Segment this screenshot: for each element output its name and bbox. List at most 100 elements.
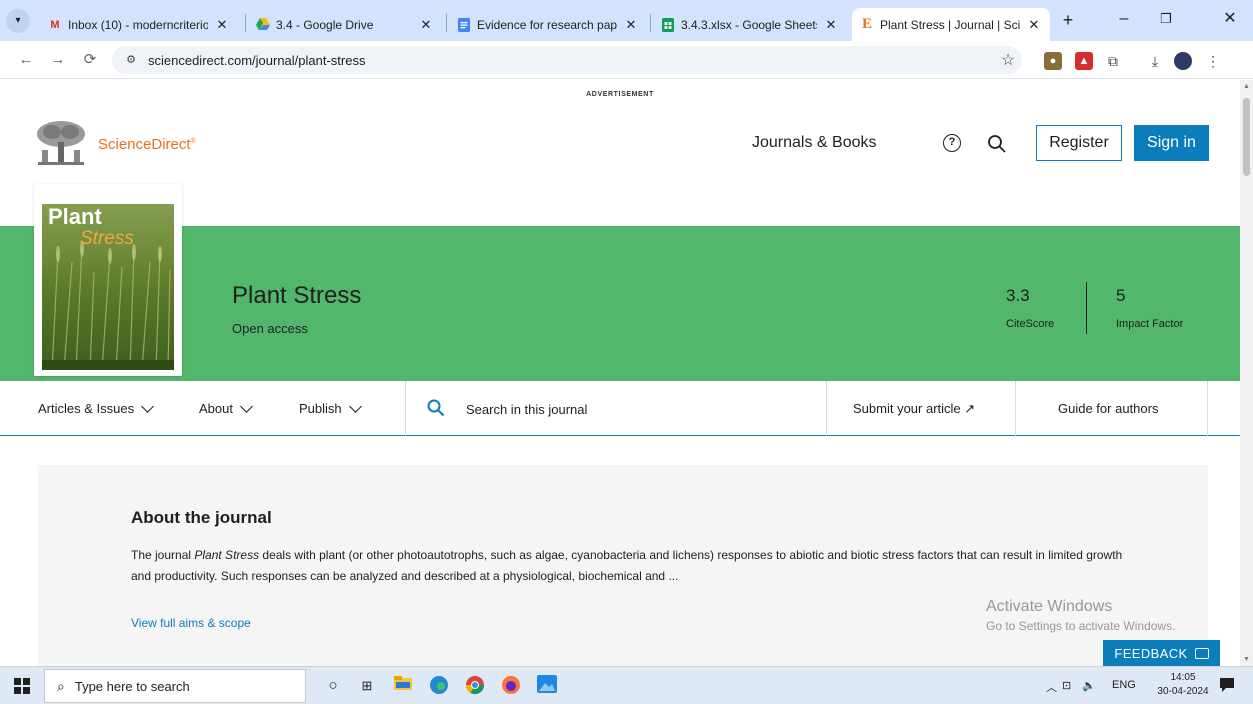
close-tab-icon[interactable]: ✕ xyxy=(214,17,230,33)
journals-books-link[interactable]: Journals & Books xyxy=(752,134,877,152)
about-text-rest: deals with plant (or other photoautotrop… xyxy=(131,548,1123,583)
photos-app-icon[interactable] xyxy=(536,675,558,697)
firefox-browser-icon[interactable] xyxy=(500,675,522,697)
tab-google-drive[interactable]: 3.4 - Google Drive ✕ xyxy=(248,8,442,41)
nav-divider xyxy=(1015,381,1016,436)
articles-issues-menu[interactable]: Articles & Issues xyxy=(38,399,154,416)
task-view-icon[interactable]: ⊞ xyxy=(356,675,378,697)
publish-menu[interactable]: Publish xyxy=(299,399,362,416)
tab-separator xyxy=(650,14,651,32)
impact-factor-value[interactable]: 5 xyxy=(1116,286,1125,306)
close-tab-icon[interactable]: ✕ xyxy=(418,17,434,33)
scrollbar-thumb[interactable] xyxy=(1243,98,1250,176)
brand-name: ScienceDirect xyxy=(98,136,191,153)
publish-label: Publish xyxy=(299,401,342,416)
windows-start-icon[interactable] xyxy=(14,678,30,694)
impact-factor-label[interactable]: Impact Factor xyxy=(1116,318,1183,330)
chevron-down-icon xyxy=(348,399,362,413)
help-icon[interactable]: ? xyxy=(943,134,961,152)
extension-owl-icon[interactable]: ● xyxy=(1044,52,1062,70)
chrome-browser-icon[interactable] xyxy=(464,675,486,697)
back-arrow-icon[interactable]: ← xyxy=(14,49,38,71)
about-journal-section: About the journal The journal Plant Stre… xyxy=(38,465,1208,666)
scroll-down-arrow-icon[interactable]: ▼ xyxy=(1242,656,1251,663)
submit-article-link[interactable]: Submit your article ↗ xyxy=(853,401,975,417)
chevron-down-icon xyxy=(240,399,253,413)
web-page: ADVERTISEMENT ScienceDirect® Journals & … xyxy=(0,80,1240,666)
sciencedirect-logo[interactable]: ScienceDirect® xyxy=(98,136,196,153)
guide-for-authors-link[interactable]: Guide for authors xyxy=(1058,401,1158,416)
journal-search-input[interactable] xyxy=(466,400,806,418)
new-tab-plus-icon[interactable]: + xyxy=(1057,10,1079,32)
profile-avatar-icon[interactable] xyxy=(1174,52,1192,70)
file-explorer-icon[interactable] xyxy=(392,675,414,697)
view-aims-scope-link[interactable]: View full aims & scope xyxy=(131,616,251,630)
bookmark-star-icon[interactable]: ☆ xyxy=(994,50,1022,70)
tab-search-chevron-icon[interactable]: ▾ xyxy=(6,9,30,33)
activate-windows-subtitle: Go to Settings to activate Windows. xyxy=(986,619,1176,633)
about-heading: About the journal xyxy=(131,508,272,527)
close-tab-icon[interactable]: ✕ xyxy=(1026,17,1042,33)
extension-pdf-icon[interactable]: ▲ xyxy=(1075,52,1093,70)
url-text[interactable]: sciencedirect.com/journal/plant-stress xyxy=(148,53,994,68)
nav-divider xyxy=(826,381,827,436)
nav-divider xyxy=(405,381,406,436)
site-settings-icon[interactable]: ⚙ xyxy=(122,51,140,69)
chat-bubble-icon xyxy=(1194,648,1209,659)
google-sheets-icon xyxy=(661,17,675,32)
forward-arrow-icon[interactable]: → xyxy=(46,49,70,71)
open-access-label: Open access xyxy=(232,321,308,336)
browser-tab-bar: ▾ M Inbox (10) - moderncriterion ✕ 3.4 -… xyxy=(0,0,1253,41)
journal-search-icon[interactable] xyxy=(427,399,445,417)
notification-center-icon[interactable] xyxy=(1218,676,1236,694)
edge-browser-icon[interactable] xyxy=(428,675,450,697)
feedback-button[interactable]: FEEDBACK xyxy=(1103,640,1220,666)
close-tab-icon[interactable]: ✕ xyxy=(623,17,639,33)
advertisement-label: ADVERTISEMENT xyxy=(586,91,654,98)
reload-icon[interactable]: ⟳ xyxy=(78,49,102,71)
search-icon[interactable] xyxy=(987,134,1007,154)
search-icon: ⌕ xyxy=(57,677,65,694)
activate-windows-title: Activate Windows xyxy=(986,598,1113,615)
cover-title-plant: Plant xyxy=(48,204,102,229)
tab-plant-stress[interactable]: E Plant Stress | Journal | Scienc ✕ xyxy=(852,8,1050,41)
elsevier-icon: E xyxy=(861,16,872,32)
elsevier-tree-logo-icon[interactable] xyxy=(34,120,88,168)
tab-title: 3.4.3.xlsx - Google Sheets xyxy=(681,17,817,32)
minimize-icon[interactable]: – xyxy=(1104,8,1144,32)
metrics-divider xyxy=(1086,282,1087,334)
extensions-puzzle-icon[interactable]: ⧉ xyxy=(1104,52,1122,70)
download-icon[interactable]: ⤓ xyxy=(1146,52,1164,70)
register-button[interactable]: Register xyxy=(1036,125,1122,161)
about-menu[interactable]: About xyxy=(199,399,253,416)
tab-google-sheets[interactable]: 3.4.3.xlsx - Google Sheets ✕ xyxy=(653,8,847,41)
tab-separator xyxy=(245,14,246,32)
registered-mark: ® xyxy=(190,138,196,145)
close-window-icon[interactable]: ✕ xyxy=(1210,8,1250,32)
page-scrollbar[interactable]: ▲ ▼ xyxy=(1240,80,1253,666)
sign-in-button[interactable]: Sign in xyxy=(1134,125,1209,161)
journal-title: Plant Stress xyxy=(232,282,362,309)
network-icon[interactable]: ⊡ xyxy=(1062,679,1071,692)
address-bar[interactable]: ⚙ sciencedirect.com/journal/plant-stress… xyxy=(112,46,1022,74)
journal-nav: Articles & Issues About Publish Submit y… xyxy=(0,381,1240,436)
cortana-icon[interactable]: ○ xyxy=(322,675,344,697)
journal-cover[interactable]: Plant Stress xyxy=(34,184,182,376)
close-tab-icon[interactable]: ✕ xyxy=(823,17,839,33)
system-clock[interactable]: 14:05 30-04-2024 xyxy=(1155,671,1211,699)
taskbar-search-placeholder: Type here to search xyxy=(74,678,190,694)
clock-date: 30-04-2024 xyxy=(1157,686,1209,697)
restore-icon[interactable]: ❐ xyxy=(1146,8,1186,32)
volume-icon[interactable]: 🔈 xyxy=(1082,679,1096,692)
address-toolbar: ← → ⟳ ⚙ sciencedirect.com/journal/plant-… xyxy=(0,41,1253,79)
tab-google-docs[interactable]: Evidence for research paper ✕ xyxy=(449,8,647,41)
tab-gmail[interactable]: M Inbox (10) - moderncriterion ✕ xyxy=(40,8,238,41)
citescore-value[interactable]: 3.3 xyxy=(1006,286,1030,306)
language-indicator[interactable]: ENG xyxy=(1112,679,1136,691)
cover-image: Plant Stress xyxy=(42,192,174,370)
citescore-label[interactable]: CiteScore xyxy=(1006,318,1054,330)
show-hidden-icons-chevron-icon[interactable]: ︿ xyxy=(1046,679,1057,695)
taskbar-search-box[interactable]: ⌕ Type here to search xyxy=(44,669,306,703)
browser-menu-icon[interactable]: ⋮ xyxy=(1204,52,1222,70)
scroll-up-arrow-icon[interactable]: ▲ xyxy=(1242,83,1251,90)
